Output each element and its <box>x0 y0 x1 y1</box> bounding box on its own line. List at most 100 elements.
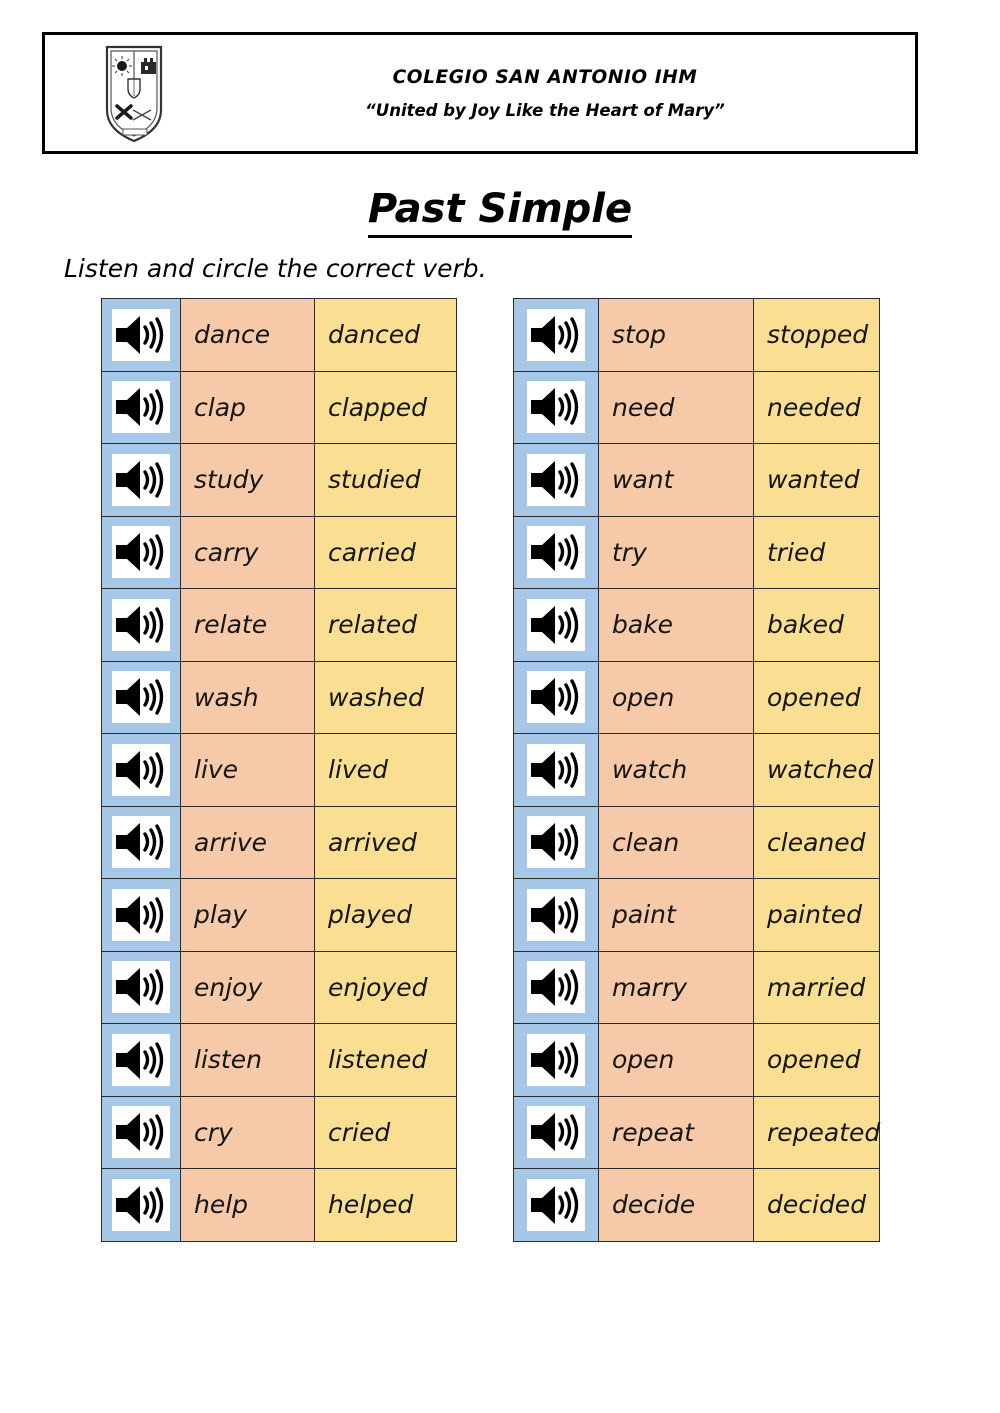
speaker-sound-icon[interactable] <box>112 671 170 724</box>
past-verb-cell[interactable]: danced <box>314 298 457 372</box>
audio-play-cell[interactable] <box>101 805 181 879</box>
base-verb-cell[interactable]: wash <box>180 660 315 734</box>
past-verb-cell[interactable]: baked <box>753 588 880 662</box>
base-verb-cell[interactable]: open <box>598 1023 754 1097</box>
base-verb-cell[interactable]: cry <box>180 1095 315 1169</box>
base-verb-cell[interactable]: clap <box>180 370 315 444</box>
audio-play-cell[interactable] <box>101 950 181 1024</box>
audio-play-cell[interactable] <box>101 660 181 734</box>
speaker-sound-icon[interactable] <box>527 743 585 796</box>
speaker-sound-icon[interactable] <box>112 1033 170 1086</box>
past-verb-cell[interactable]: related <box>314 588 457 662</box>
speaker-sound-icon[interactable] <box>112 453 170 506</box>
speaker-sound-icon[interactable] <box>527 1178 585 1231</box>
base-verb-cell[interactable]: play <box>180 878 315 952</box>
base-verb-cell[interactable]: clean <box>598 805 754 879</box>
speaker-sound-icon[interactable] <box>527 526 585 579</box>
speaker-sound-icon[interactable] <box>527 1033 585 1086</box>
speaker-sound-icon[interactable] <box>112 526 170 579</box>
past-verb-cell[interactable]: carried <box>314 515 457 589</box>
speaker-sound-icon[interactable] <box>527 308 585 361</box>
past-verb-cell[interactable]: opened <box>753 1023 880 1097</box>
speaker-sound-icon[interactable] <box>112 1178 170 1231</box>
base-verb-cell[interactable]: live <box>180 733 315 807</box>
base-verb-cell[interactable]: open <box>598 660 754 734</box>
base-verb-cell[interactable]: help <box>180 1168 315 1242</box>
audio-play-cell[interactable] <box>513 588 599 662</box>
past-verb-cell[interactable]: decided <box>753 1168 880 1242</box>
audio-play-cell[interactable] <box>101 1168 181 1242</box>
past-verb-cell[interactable]: clapped <box>314 370 457 444</box>
base-verb-cell[interactable]: study <box>180 443 315 517</box>
base-verb-cell[interactable]: listen <box>180 1023 315 1097</box>
past-verb-cell[interactable]: arrived <box>314 805 457 879</box>
base-verb-cell[interactable]: watch <box>598 733 754 807</box>
speaker-sound-icon[interactable] <box>112 1106 170 1159</box>
audio-play-cell[interactable] <box>101 588 181 662</box>
speaker-sound-icon[interactable] <box>527 816 585 869</box>
speaker-sound-icon[interactable] <box>112 816 170 869</box>
past-verb-cell[interactable]: needed <box>753 370 880 444</box>
past-verb-cell[interactable]: painted <box>753 878 880 952</box>
speaker-sound-icon[interactable] <box>527 598 585 651</box>
past-verb-cell[interactable]: washed <box>314 660 457 734</box>
base-verb-cell[interactable]: paint <box>598 878 754 952</box>
base-verb-cell[interactable]: bake <box>598 588 754 662</box>
past-verb-cell[interactable]: cleaned <box>753 805 880 879</box>
audio-play-cell[interactable] <box>513 1095 599 1169</box>
base-verb-cell[interactable]: marry <box>598 950 754 1024</box>
speaker-sound-icon[interactable] <box>112 743 170 796</box>
speaker-sound-icon[interactable] <box>527 671 585 724</box>
audio-play-cell[interactable] <box>513 660 599 734</box>
audio-play-cell[interactable] <box>101 443 181 517</box>
past-verb-cell[interactable]: played <box>314 878 457 952</box>
base-verb-cell[interactable]: decide <box>598 1168 754 1242</box>
past-verb-cell[interactable]: wanted <box>753 443 880 517</box>
speaker-sound-icon[interactable] <box>112 308 170 361</box>
speaker-sound-icon[interactable] <box>527 453 585 506</box>
audio-play-cell[interactable] <box>513 733 599 807</box>
speaker-sound-icon[interactable] <box>112 961 170 1014</box>
past-verb-cell[interactable]: opened <box>753 660 880 734</box>
base-verb-cell[interactable]: try <box>598 515 754 589</box>
base-verb-cell[interactable]: carry <box>180 515 315 589</box>
base-verb-cell[interactable]: arrive <box>180 805 315 879</box>
past-verb-cell[interactable]: married <box>753 950 880 1024</box>
audio-play-cell[interactable] <box>513 370 599 444</box>
audio-play-cell[interactable] <box>513 515 599 589</box>
base-verb-cell[interactable]: stop <box>598 298 754 372</box>
past-verb-cell[interactable]: enjoyed <box>314 950 457 1024</box>
past-verb-cell[interactable]: lived <box>314 733 457 807</box>
speaker-sound-icon[interactable] <box>527 381 585 434</box>
audio-play-cell[interactable] <box>513 1168 599 1242</box>
audio-play-cell[interactable] <box>101 370 181 444</box>
past-verb-cell[interactable]: watched <box>753 733 880 807</box>
audio-play-cell[interactable] <box>101 515 181 589</box>
audio-play-cell[interactable] <box>101 1095 181 1169</box>
base-verb-cell[interactable]: enjoy <box>180 950 315 1024</box>
past-verb-cell[interactable]: helped <box>314 1168 457 1242</box>
speaker-sound-icon[interactable] <box>527 888 585 941</box>
audio-play-cell[interactable] <box>513 298 599 372</box>
past-verb-cell[interactable]: repeated <box>753 1095 880 1169</box>
audio-play-cell[interactable] <box>513 950 599 1024</box>
past-verb-cell[interactable]: listened <box>314 1023 457 1097</box>
base-verb-cell[interactable]: relate <box>180 588 315 662</box>
past-verb-cell[interactable]: stopped <box>753 298 880 372</box>
speaker-sound-icon[interactable] <box>112 598 170 651</box>
audio-play-cell[interactable] <box>513 443 599 517</box>
past-verb-cell[interactable]: cried <box>314 1095 457 1169</box>
past-verb-cell[interactable]: studied <box>314 443 457 517</box>
audio-play-cell[interactable] <box>513 1023 599 1097</box>
base-verb-cell[interactable]: dance <box>180 298 315 372</box>
speaker-sound-icon[interactable] <box>527 1106 585 1159</box>
audio-play-cell[interactable] <box>101 878 181 952</box>
audio-play-cell[interactable] <box>101 733 181 807</box>
past-verb-cell[interactable]: tried <box>753 515 880 589</box>
base-verb-cell[interactable]: need <box>598 370 754 444</box>
speaker-sound-icon[interactable] <box>112 888 170 941</box>
audio-play-cell[interactable] <box>101 298 181 372</box>
base-verb-cell[interactable]: want <box>598 443 754 517</box>
audio-play-cell[interactable] <box>101 1023 181 1097</box>
speaker-sound-icon[interactable] <box>112 381 170 434</box>
